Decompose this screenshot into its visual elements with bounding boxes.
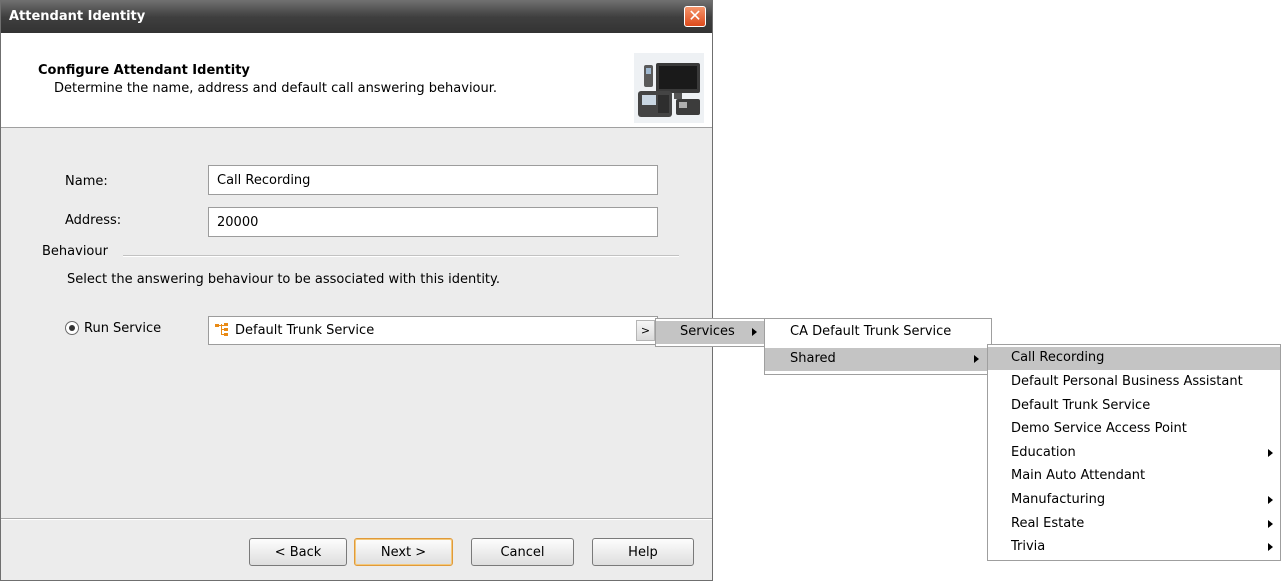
- menu-item-label: CA Default Trunk Service: [790, 324, 952, 339]
- run-service-label[interactable]: Run Service: [84, 321, 161, 336]
- menu-item-label: Call Recording: [1011, 350, 1105, 365]
- menu-item-label: Demo Service Access Point: [1011, 421, 1187, 436]
- shared-services-submenu: Call Recording Default Personal Business…: [987, 344, 1281, 561]
- footer-divider: [1, 518, 712, 520]
- run-service-radio[interactable]: [65, 321, 79, 335]
- page-title: Configure Attendant Identity: [38, 63, 250, 78]
- menu-item-demo-service-access-point[interactable]: Demo Service Access Point: [988, 418, 1280, 441]
- page-subtitle: Determine the name, address and default …: [54, 81, 498, 96]
- wizard-header: Configure Attendant Identity Determine t…: [1, 33, 712, 128]
- service-tree-icon: [215, 323, 228, 336]
- menu-item-shared[interactable]: Shared: [765, 348, 991, 371]
- menu-item-label: Services: [680, 324, 735, 339]
- service-selected-value: Default Trunk Service: [235, 323, 375, 338]
- back-button[interactable]: < Back: [249, 538, 347, 566]
- phone-devices-icon: [634, 53, 704, 123]
- menu-item-default-personal-business-assistant[interactable]: Default Personal Business Assistant: [988, 371, 1280, 394]
- menu-item-label: Main Auto Attendant: [1011, 468, 1146, 483]
- attendant-identity-dialog: Attendant Identity ✕ Configure Attendant…: [0, 0, 713, 581]
- name-input[interactable]: [208, 165, 658, 195]
- submenu-arrow-icon: [752, 328, 757, 336]
- menu-item-education[interactable]: Education: [988, 442, 1280, 465]
- menu-item-label: Trivia: [1011, 539, 1046, 554]
- menu-item-manufacturing[interactable]: Manufacturing: [988, 489, 1280, 512]
- services-menu: Services: [655, 318, 765, 347]
- menu-item-main-auto-attendant[interactable]: Main Auto Attendant: [988, 465, 1280, 488]
- service-selector[interactable]: Default Trunk Service >: [208, 316, 658, 345]
- menu-item-label: Default Trunk Service: [1011, 398, 1151, 413]
- menu-item-label: Real Estate: [1011, 516, 1085, 531]
- menu-item-default-trunk-service[interactable]: Default Trunk Service: [988, 395, 1280, 418]
- submenu-arrow-icon: [1268, 543, 1273, 551]
- submenu-arrow-icon: [1268, 520, 1273, 528]
- submenu-arrow-icon: [1268, 496, 1273, 504]
- menu-item-label: Shared: [790, 351, 836, 366]
- title-bar[interactable]: Attendant Identity ✕: [1, 1, 712, 33]
- cancel-button[interactable]: Cancel: [471, 538, 574, 566]
- behaviour-description: Select the answering behaviour to be ass…: [67, 272, 501, 287]
- menu-item-label: Education: [1011, 445, 1076, 460]
- window-title: Attendant Identity: [9, 9, 146, 24]
- service-menu-arrow-button[interactable]: >: [636, 320, 655, 341]
- behaviour-group-label: Behaviour: [42, 244, 108, 259]
- menu-item-label: Default Personal Business Assistant: [1011, 374, 1243, 389]
- address-label: Address:: [65, 213, 122, 228]
- services-submenu: CA Default Trunk Service Shared: [764, 318, 992, 375]
- radio-selected-dot: [69, 325, 75, 331]
- menu-item-services[interactable]: Services: [656, 321, 764, 344]
- name-label: Name:: [65, 174, 108, 189]
- next-button[interactable]: Next >: [354, 538, 453, 566]
- close-button[interactable]: ✕: [684, 6, 706, 27]
- menu-item-trivia[interactable]: Trivia: [988, 536, 1280, 559]
- menu-item-call-recording[interactable]: Call Recording: [988, 347, 1280, 370]
- menu-item-ca-default-trunk-service[interactable]: CA Default Trunk Service: [765, 321, 991, 344]
- behaviour-divider: [123, 255, 679, 257]
- address-input[interactable]: [208, 207, 658, 237]
- submenu-arrow-icon: [1268, 449, 1273, 457]
- submenu-arrow-icon: [974, 355, 979, 363]
- help-button[interactable]: Help: [592, 538, 694, 566]
- menu-item-label: Manufacturing: [1011, 492, 1106, 507]
- menu-item-real-estate[interactable]: Real Estate: [988, 513, 1280, 536]
